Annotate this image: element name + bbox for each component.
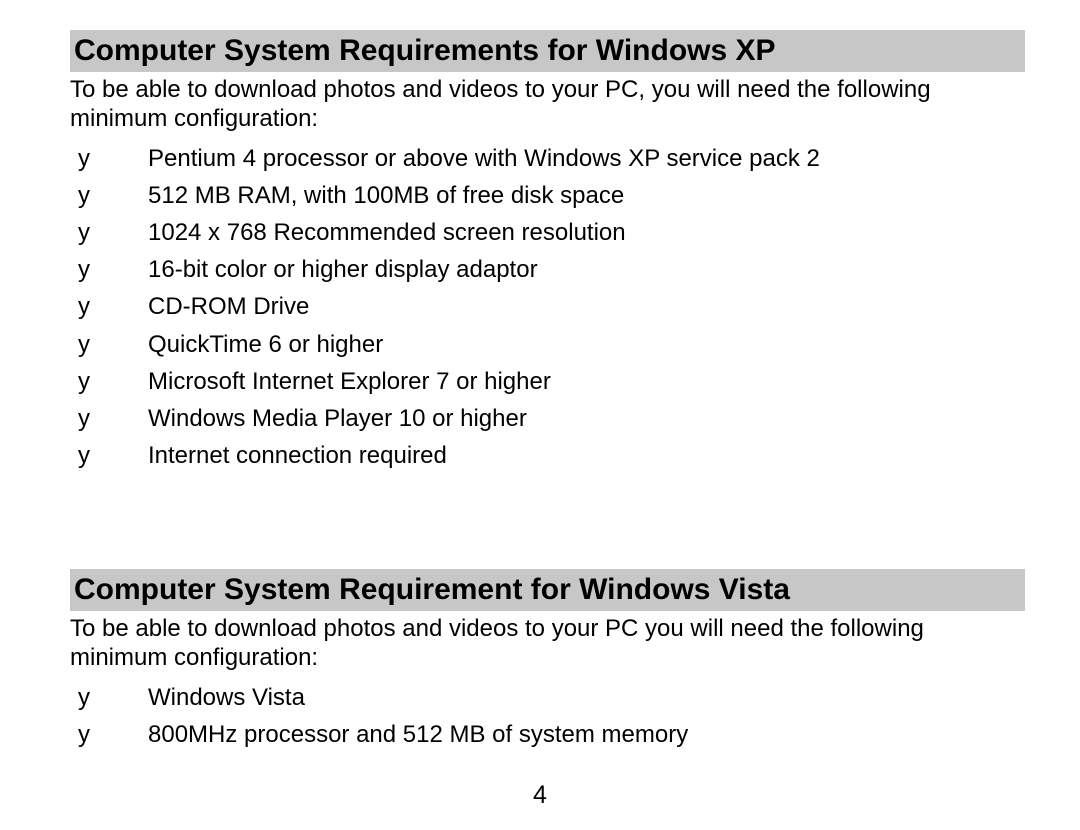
bullet-char: y [70, 363, 148, 400]
bullet-char: y [70, 140, 148, 177]
bullet-char: y [70, 400, 148, 437]
bullet-char: y [70, 214, 148, 251]
bullet-char: y [70, 251, 148, 288]
item-text: Microsoft Internet Explorer 7 or higher [148, 363, 1025, 400]
requirements-list: y Windows Vista y 800MHz processor and 5… [70, 679, 1025, 753]
item-text: Internet connection required [148, 437, 1025, 474]
section-heading: Computer System Requirement for Windows … [70, 569, 1025, 611]
bullet-char: y [70, 177, 148, 214]
section-vista: Computer System Requirement for Windows … [70, 569, 1025, 753]
list-item: y QuickTime 6 or higher [70, 326, 1025, 363]
item-text: 512 MB RAM, with 100MB of free disk spac… [148, 177, 1025, 214]
bullet-char: y [70, 288, 148, 325]
section-heading: Computer System Requirements for Windows… [70, 30, 1025, 72]
bullet-char: y [70, 716, 148, 753]
item-text: CD-ROM Drive [148, 288, 1025, 325]
list-item: y 800MHz processor and 512 MB of system … [70, 716, 1025, 753]
document-page: Computer System Requirements for Windows… [0, 0, 1080, 753]
section-spacer [70, 474, 1025, 569]
item-text: Windows Vista [148, 679, 1025, 716]
item-text: Pentium 4 processor or above with Window… [148, 140, 1025, 177]
item-text: 800MHz processor and 512 MB of system me… [148, 716, 1025, 753]
list-item: y Windows Media Player 10 or higher [70, 400, 1025, 437]
section-intro: To be able to download photos and videos… [70, 615, 1025, 673]
list-item: y Windows Vista [70, 679, 1025, 716]
section-intro: To be able to download photos and videos… [70, 76, 1025, 134]
bullet-char: y [70, 679, 148, 716]
list-item: y CD-ROM Drive [70, 288, 1025, 325]
item-text: QuickTime 6 or higher [148, 326, 1025, 363]
list-item: y 1024 x 768 Recommended screen resoluti… [70, 214, 1025, 251]
requirements-list: y Pentium 4 processor or above with Wind… [70, 140, 1025, 475]
list-item: y Internet connection required [70, 437, 1025, 474]
bullet-char: y [70, 326, 148, 363]
list-item: y Microsoft Internet Explorer 7 or highe… [70, 363, 1025, 400]
item-text: 1024 x 768 Recommended screen resolution [148, 214, 1025, 251]
list-item: y 16-bit color or higher display adaptor [70, 251, 1025, 288]
item-text: 16-bit color or higher display adaptor [148, 251, 1025, 288]
page-number: 4 [0, 781, 1080, 810]
section-xp: Computer System Requirements for Windows… [70, 30, 1025, 474]
list-item: y 512 MB RAM, with 100MB of free disk sp… [70, 177, 1025, 214]
item-text: Windows Media Player 10 or higher [148, 400, 1025, 437]
list-item: y Pentium 4 processor or above with Wind… [70, 140, 1025, 177]
bullet-char: y [70, 437, 148, 474]
